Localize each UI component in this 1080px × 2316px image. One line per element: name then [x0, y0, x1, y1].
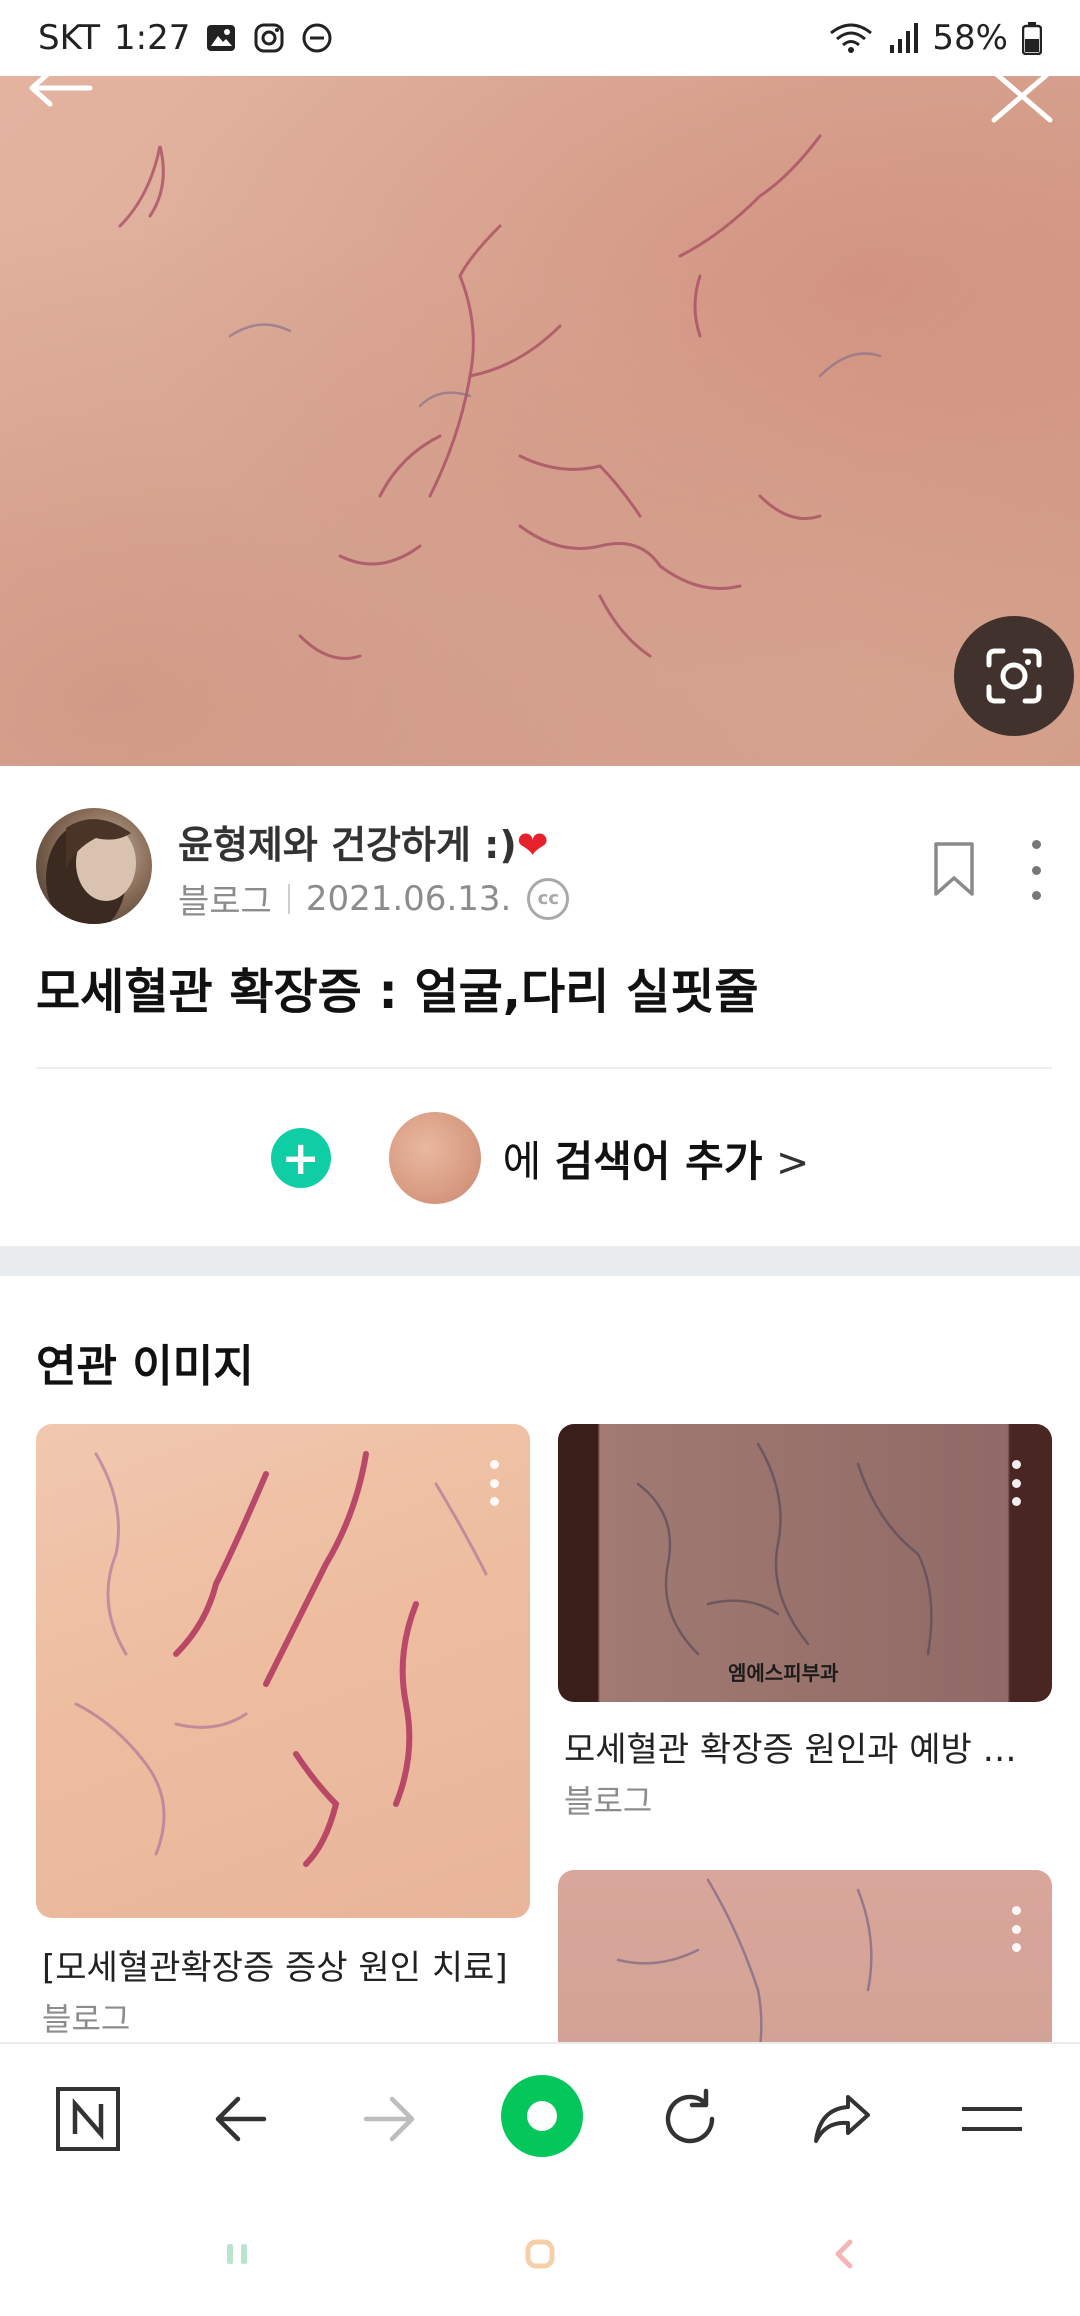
more-dot: [1031, 840, 1041, 849]
share-icon: [814, 2095, 870, 2143]
blog-avatar[interactable]: [36, 808, 152, 924]
divider: [36, 1067, 1052, 1069]
more-dot: [489, 1497, 499, 1506]
system-back-button[interactable]: [814, 2232, 874, 2276]
more-dot: [489, 1478, 499, 1488]
more-dot: [1011, 1906, 1021, 1915]
chevron-right-icon: >: [775, 1139, 810, 1186]
search-image-thumbnail: [388, 1112, 481, 1204]
card-more-button[interactable]: [1010, 1460, 1022, 1506]
gallery-notification-icon: [207, 25, 236, 51]
more-options-button[interactable]: [1026, 840, 1046, 900]
meta-separator: [287, 883, 290, 914]
instagram-notification-icon: [254, 23, 284, 53]
signal-icon: [890, 23, 919, 53]
card-more-button[interactable]: [488, 1460, 500, 1506]
card-source-2: 블로그: [564, 1782, 653, 1820]
back-icon: [835, 2239, 853, 2269]
more-dot: [1011, 1924, 1021, 1934]
related-images-title: 연관 이미지: [36, 1341, 254, 1392]
status-left: SKT 1:27: [38, 18, 334, 58]
blog-name[interactable]: 윤형제와 건강하게 :)❤: [178, 814, 549, 869]
back-arrow-icon: [29, 76, 93, 107]
avatar-photo: [46, 819, 136, 924]
battery-percent: 58%: [932, 18, 1008, 58]
post-header: 윤형제와 건강하게 :)❤ 블로그 2021.06.13. cc: [36, 808, 1046, 928]
recent-apps-icon: [227, 2244, 247, 2264]
related-image-2[interactable]: 엠에스피부과: [558, 1424, 1052, 1702]
section-separator: [0, 1246, 1080, 1276]
back-nav-button[interactable]: [200, 2079, 280, 2159]
more-dot: [1011, 1943, 1021, 1952]
blog-name-text: 윤형제와 건강하게 :): [178, 823, 517, 867]
heart-emoji: ❤: [516, 823, 549, 867]
home-button[interactable]: [510, 2232, 570, 2276]
hero-image[interactable]: [0, 76, 1080, 766]
camera-lens-icon: [986, 648, 1042, 704]
browser-toolbar: [0, 2042, 1080, 2192]
plus-icon: +: [270, 1128, 331, 1188]
image-search-lens-button[interactable]: [954, 616, 1074, 736]
do-not-disturb-icon: [302, 23, 332, 53]
card-title-2[interactable]: 모세혈관 확장증 원인과 예방 및 ...: [564, 1722, 1034, 1771]
refresh-button[interactable]: [650, 2079, 730, 2159]
particle-text: 에: [502, 1136, 542, 1186]
naver-home-icon: [56, 2087, 120, 2151]
more-dot: [1031, 865, 1041, 875]
clinic-watermark: 엠에스피부과: [728, 1661, 839, 1685]
add-search-term-row[interactable]: + 에 검색어 추가 >: [0, 1108, 1080, 1208]
status-bar: SKT 1:27 58%: [0, 0, 1080, 76]
back-button[interactable]: [20, 76, 100, 156]
add-search-term-text: 에 검색어 추가 >: [503, 1128, 810, 1189]
system-navigation-bar: [0, 2192, 1080, 2316]
refresh-icon: [665, 2088, 715, 2144]
card-source-1: 블로그: [42, 2000, 131, 2038]
creative-commons-icon: cc: [527, 877, 570, 920]
card-title-1[interactable]: [모세혈관확장증 증상 원인 치료]: [42, 1940, 522, 1989]
green-dot-button[interactable]: [500, 2074, 584, 2158]
post-meta: 블로그 2021.06.13. cc: [178, 874, 570, 923]
card-more-button[interactable]: [1010, 1906, 1022, 1952]
clock: 1:27: [114, 18, 191, 58]
share-button[interactable]: [802, 2079, 882, 2159]
home-icon: [525, 2239, 555, 2269]
menu-button[interactable]: [952, 2079, 1032, 2159]
more-dot: [489, 1460, 499, 1469]
add-search-action: 검색어 추가: [554, 1136, 763, 1186]
veins-photo-1: [74, 1451, 488, 1867]
recent-apps-button[interactable]: [208, 2232, 268, 2276]
close-icon: [991, 76, 1053, 123]
forward-arrow-icon: [363, 2096, 415, 2142]
carrier-label: SKT: [38, 18, 101, 58]
forward-nav-button[interactable]: [350, 2079, 430, 2159]
more-dot: [1011, 1460, 1021, 1469]
more-dot: [1031, 891, 1041, 900]
back-arrow-icon: [215, 2096, 267, 2142]
source-label: 블로그: [178, 882, 272, 922]
menu-icon: [962, 2107, 1022, 2131]
post-title[interactable]: 모세혈관 확장증 : 얼굴,다리 실핏줄: [36, 952, 759, 1022]
naver-home-button[interactable]: [48, 2079, 128, 2159]
battery-icon: [1022, 22, 1042, 55]
close-button[interactable]: [980, 76, 1060, 156]
more-dot: [1011, 1497, 1021, 1506]
more-dot: [1011, 1478, 1021, 1488]
green-dot-icon: [501, 2075, 583, 2157]
status-right: 58%: [828, 18, 1042, 58]
bookmark-icon[interactable]: [932, 840, 976, 898]
wifi-icon: [830, 23, 873, 53]
related-image-1[interactable]: [36, 1424, 530, 1918]
skin-veins-photo: [118, 134, 882, 660]
post-date: 2021.06.13.: [305, 878, 512, 919]
